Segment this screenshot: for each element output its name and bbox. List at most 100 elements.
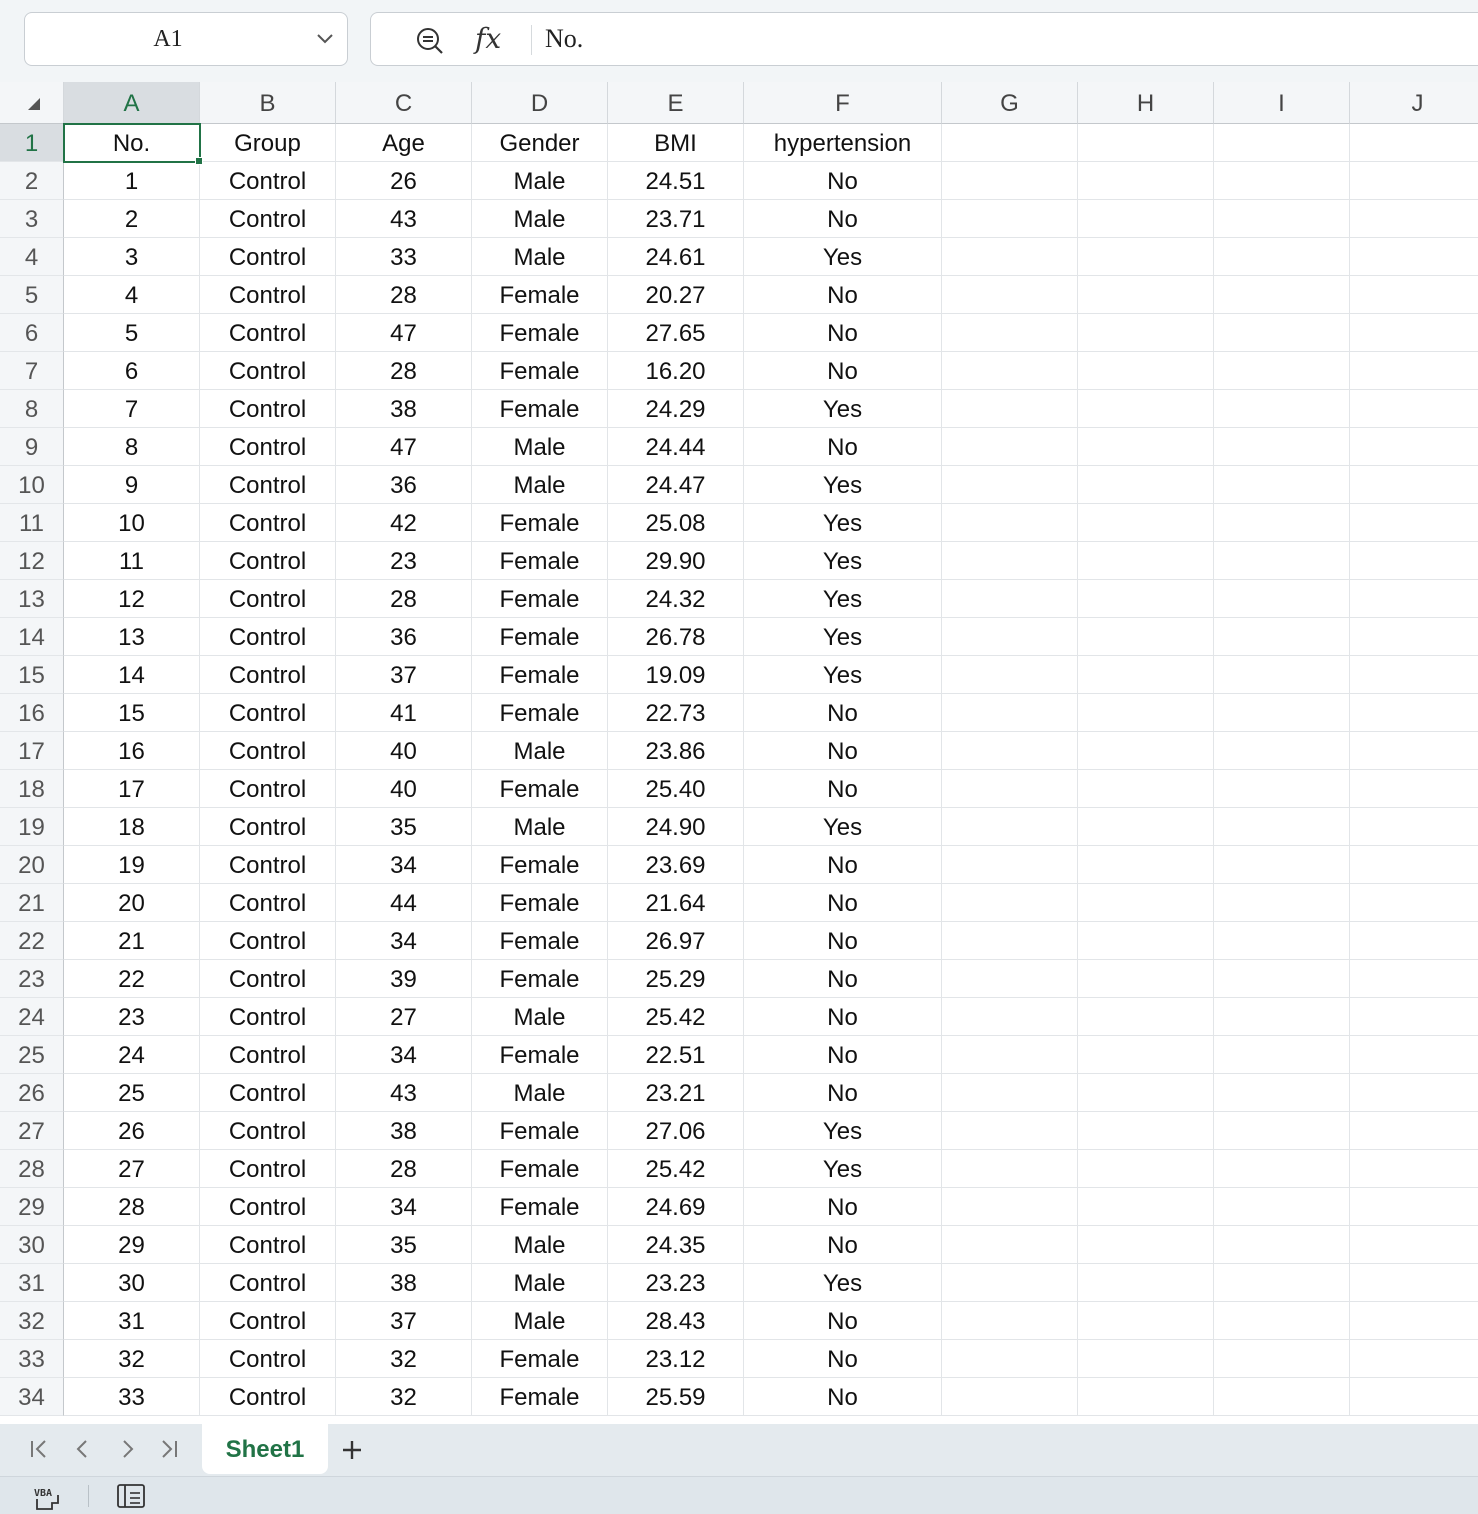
cell-i9[interactable] — [1214, 428, 1350, 466]
cell-j18[interactable] — [1350, 770, 1478, 808]
cell-d20[interactable]: Female — [472, 846, 608, 884]
cell-g10[interactable] — [942, 466, 1078, 504]
cell-c10[interactable]: 36 — [336, 466, 472, 504]
layout-view-icon[interactable] — [116, 1483, 146, 1509]
cell-e25[interactable]: 22.51 — [608, 1036, 744, 1074]
cell-e17[interactable]: 23.86 — [608, 732, 744, 770]
column-header-f[interactable]: F — [744, 82, 942, 124]
cell-d14[interactable]: Female — [472, 618, 608, 656]
cell-j20[interactable] — [1350, 846, 1478, 884]
cell-d26[interactable]: Male — [472, 1074, 608, 1112]
cell-i23[interactable] — [1214, 960, 1350, 998]
cell-i17[interactable] — [1214, 732, 1350, 770]
cell-i28[interactable] — [1214, 1150, 1350, 1188]
cell-c21[interactable]: 44 — [336, 884, 472, 922]
cell-g9[interactable] — [942, 428, 1078, 466]
cell-h18[interactable] — [1078, 770, 1214, 808]
cell-j32[interactable] — [1350, 1302, 1478, 1340]
cell-f30[interactable]: No — [744, 1226, 942, 1264]
row-header-17[interactable]: 17 — [0, 732, 64, 770]
cell-i30[interactable] — [1214, 1226, 1350, 1264]
cell-e33[interactable]: 23.12 — [608, 1340, 744, 1378]
cell-c6[interactable]: 47 — [336, 314, 472, 352]
cell-f33[interactable]: No — [744, 1340, 942, 1378]
last-sheet-icon[interactable] — [158, 1438, 180, 1460]
formula-bar[interactable]: fx No. — [370, 12, 1478, 66]
cell-h8[interactable] — [1078, 390, 1214, 428]
cell-g16[interactable] — [942, 694, 1078, 732]
cell-e26[interactable]: 23.21 — [608, 1074, 744, 1112]
cell-g22[interactable] — [942, 922, 1078, 960]
cell-e9[interactable]: 24.44 — [608, 428, 744, 466]
cell-a30[interactable]: 29 — [64, 1226, 200, 1264]
cell-c4[interactable]: 33 — [336, 238, 472, 276]
cell-b31[interactable]: Control — [200, 1264, 336, 1302]
row-header-31[interactable]: 31 — [0, 1264, 64, 1302]
cell-a18[interactable]: 17 — [64, 770, 200, 808]
cell-c26[interactable]: 43 — [336, 1074, 472, 1112]
cell-d22[interactable]: Female — [472, 922, 608, 960]
first-sheet-icon[interactable] — [28, 1438, 50, 1460]
cell-j34[interactable] — [1350, 1378, 1478, 1416]
cell-c23[interactable]: 39 — [336, 960, 472, 998]
row-header-23[interactable]: 23 — [0, 960, 64, 998]
cell-h15[interactable] — [1078, 656, 1214, 694]
cell-d4[interactable]: Male — [472, 238, 608, 276]
column-header-d[interactable]: D — [472, 82, 608, 124]
cell-f13[interactable]: Yes — [744, 580, 942, 618]
cell-b33[interactable]: Control — [200, 1340, 336, 1378]
cell-h11[interactable] — [1078, 504, 1214, 542]
cell-j17[interactable] — [1350, 732, 1478, 770]
cell-a2[interactable]: 1 — [64, 162, 200, 200]
cell-c19[interactable]: 35 — [336, 808, 472, 846]
cell-j23[interactable] — [1350, 960, 1478, 998]
row-header-6[interactable]: 6 — [0, 314, 64, 352]
cell-i11[interactable] — [1214, 504, 1350, 542]
cell-h33[interactable] — [1078, 1340, 1214, 1378]
cell-b11[interactable]: Control — [200, 504, 336, 542]
cell-d8[interactable]: Female — [472, 390, 608, 428]
cell-h26[interactable] — [1078, 1074, 1214, 1112]
cell-b26[interactable]: Control — [200, 1074, 336, 1112]
cell-c33[interactable]: 32 — [336, 1340, 472, 1378]
cell-e28[interactable]: 25.42 — [608, 1150, 744, 1188]
cell-a1[interactable]: No. — [64, 124, 200, 162]
cell-f7[interactable]: No — [744, 352, 942, 390]
cell-i12[interactable] — [1214, 542, 1350, 580]
cell-d33[interactable]: Female — [472, 1340, 608, 1378]
cell-b14[interactable]: Control — [200, 618, 336, 656]
row-header-32[interactable]: 32 — [0, 1302, 64, 1340]
cell-d15[interactable]: Female — [472, 656, 608, 694]
cell-a14[interactable]: 13 — [64, 618, 200, 656]
cell-f28[interactable]: Yes — [744, 1150, 942, 1188]
cell-c11[interactable]: 42 — [336, 504, 472, 542]
cell-a19[interactable]: 18 — [64, 808, 200, 846]
cell-c14[interactable]: 36 — [336, 618, 472, 656]
cell-d18[interactable]: Female — [472, 770, 608, 808]
cell-f24[interactable]: No — [744, 998, 942, 1036]
cell-a17[interactable]: 16 — [64, 732, 200, 770]
row-header-8[interactable]: 8 — [0, 390, 64, 428]
cell-e6[interactable]: 27.65 — [608, 314, 744, 352]
cell-h9[interactable] — [1078, 428, 1214, 466]
cell-c28[interactable]: 28 — [336, 1150, 472, 1188]
cell-c17[interactable]: 40 — [336, 732, 472, 770]
formula-input[interactable]: No. — [545, 13, 583, 65]
row-header-19[interactable]: 19 — [0, 808, 64, 846]
cell-a28[interactable]: 27 — [64, 1150, 200, 1188]
cell-b7[interactable]: Control — [200, 352, 336, 390]
cell-h1[interactable] — [1078, 124, 1214, 162]
cell-h21[interactable] — [1078, 884, 1214, 922]
cell-i3[interactable] — [1214, 200, 1350, 238]
cell-b6[interactable]: Control — [200, 314, 336, 352]
cell-g17[interactable] — [942, 732, 1078, 770]
row-header-18[interactable]: 18 — [0, 770, 64, 808]
cell-h17[interactable] — [1078, 732, 1214, 770]
column-header-g[interactable]: G — [942, 82, 1078, 124]
cell-j15[interactable] — [1350, 656, 1478, 694]
cell-a27[interactable]: 26 — [64, 1112, 200, 1150]
cell-h4[interactable] — [1078, 238, 1214, 276]
cell-e30[interactable]: 24.35 — [608, 1226, 744, 1264]
cell-d34[interactable]: Female — [472, 1378, 608, 1416]
cell-a16[interactable]: 15 — [64, 694, 200, 732]
